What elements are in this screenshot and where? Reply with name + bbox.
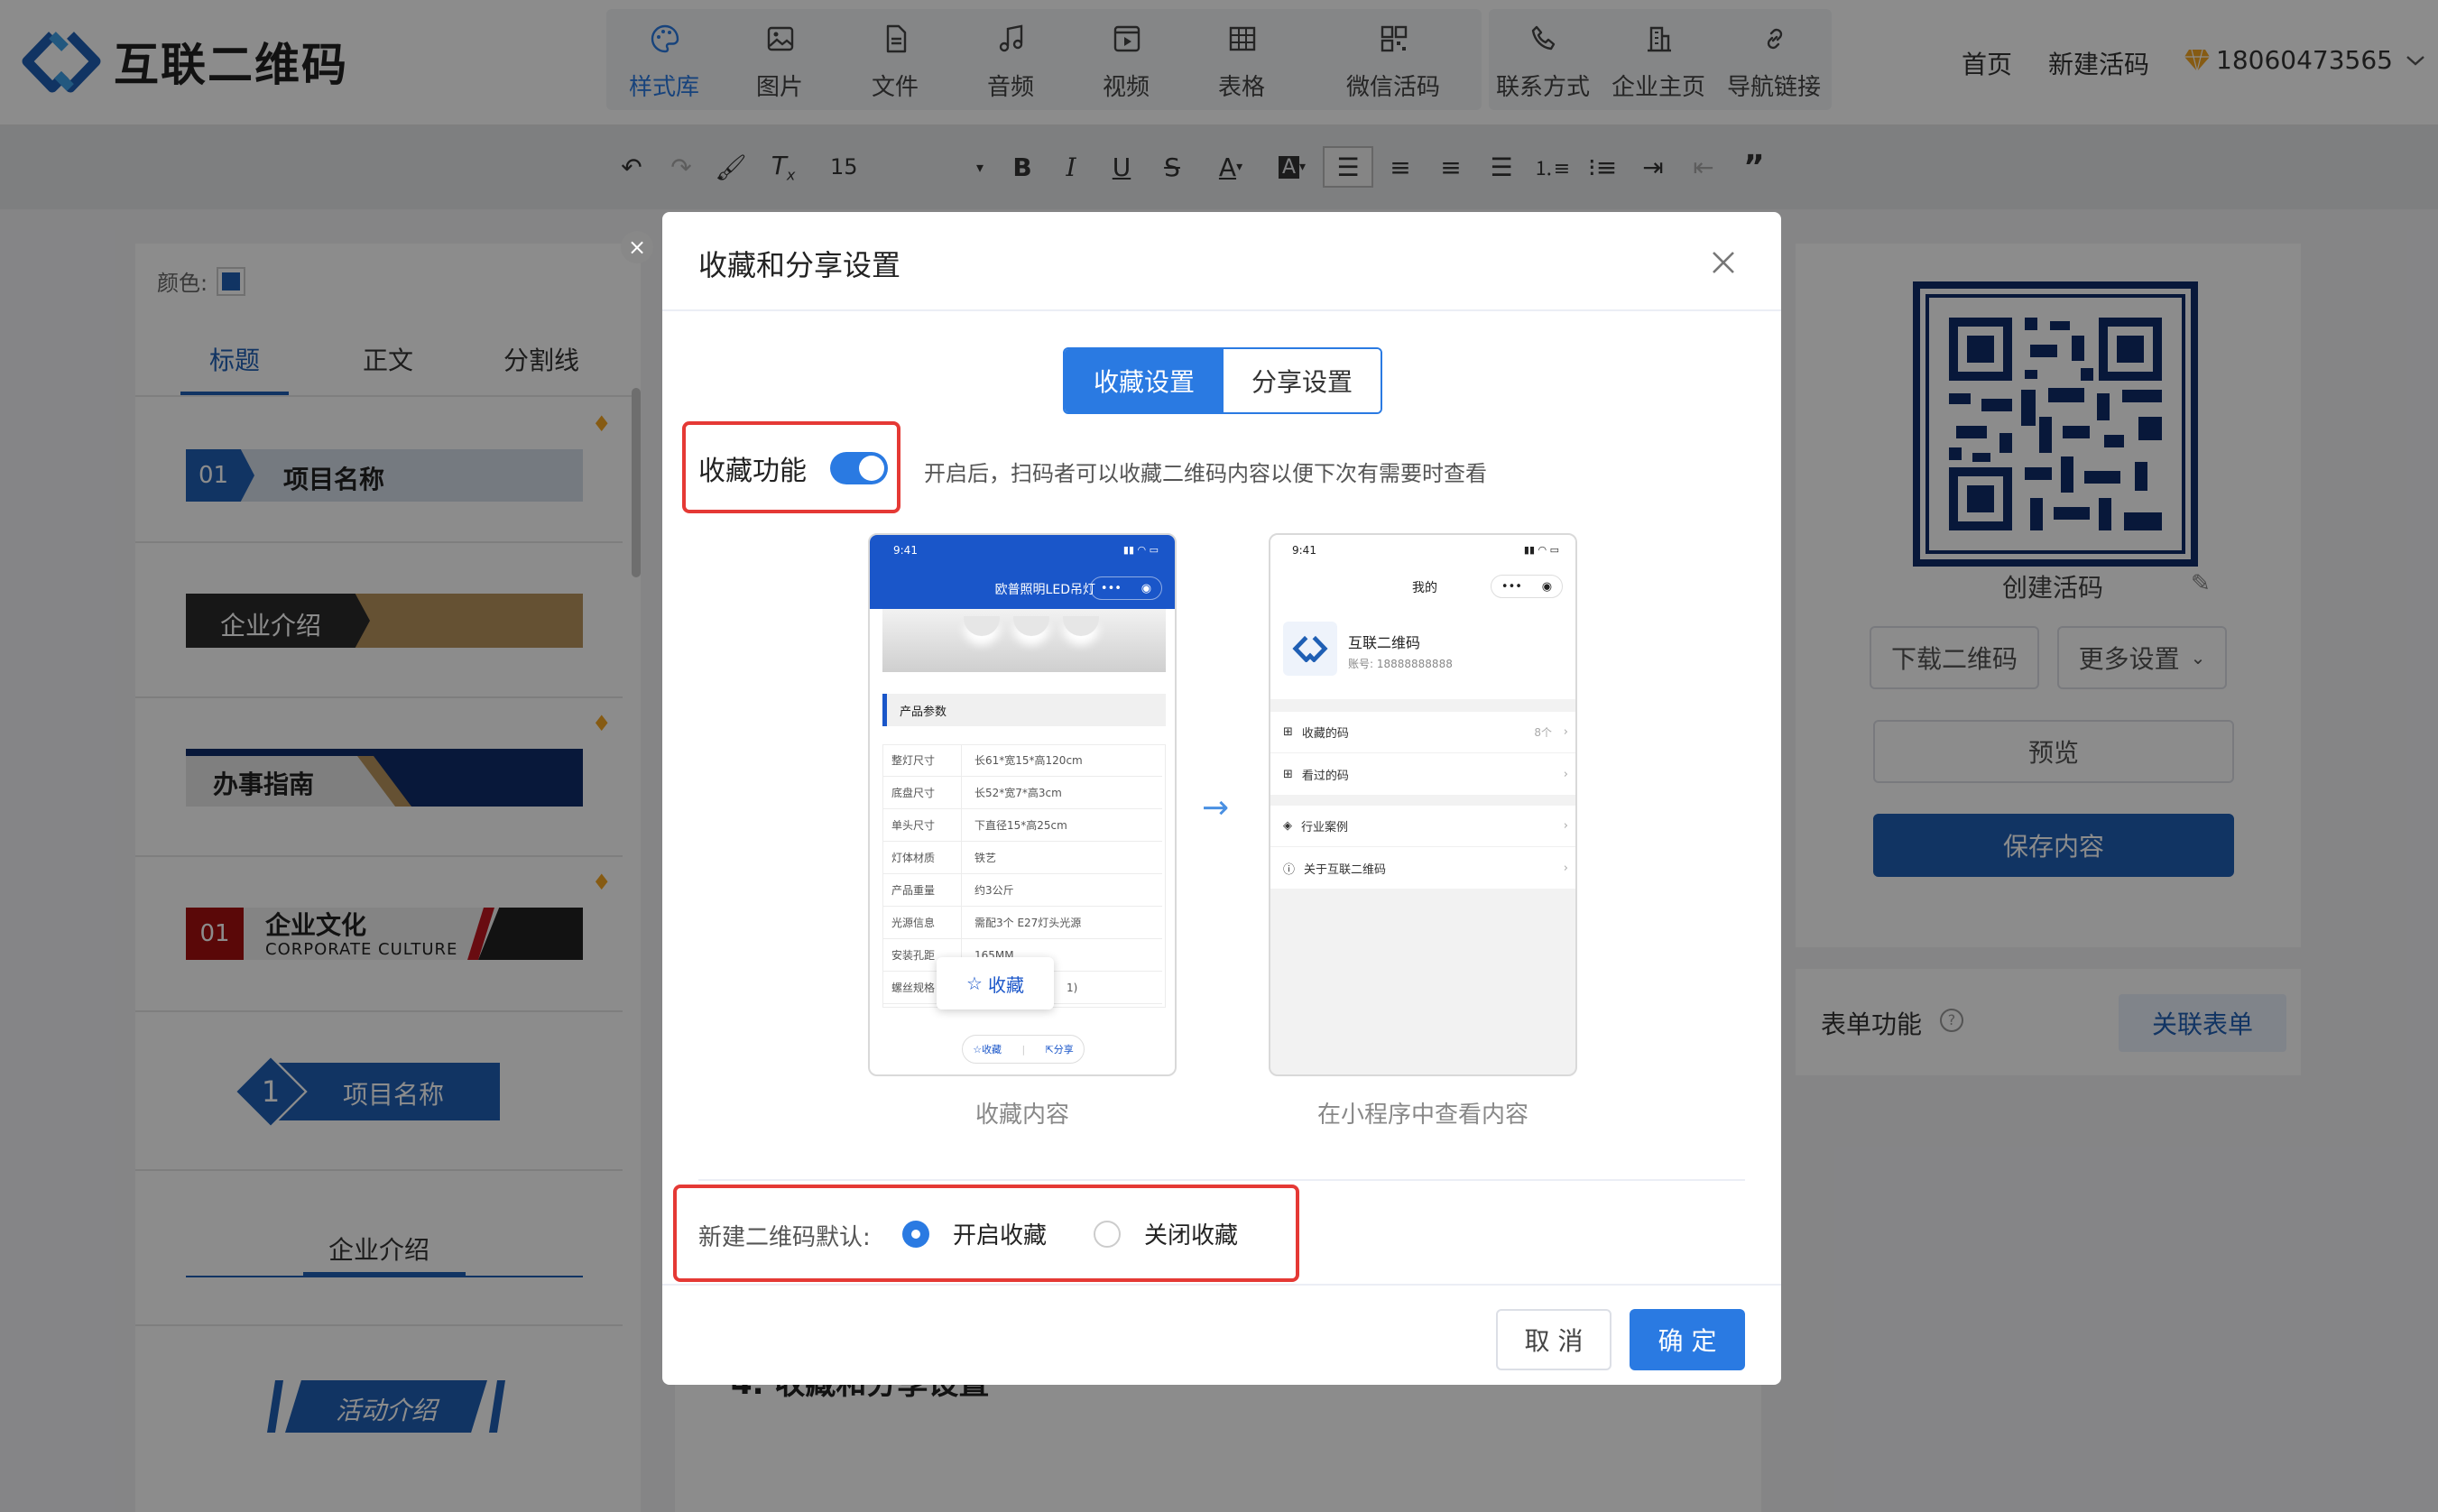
table-row: 灯体材质 铁艺 xyxy=(882,842,1162,874)
phone-preview-miniprogram: 9:41 ▮▮ ◠ ▭ 我的 ••• ◉ 互联二维码 账号: 1888888888… xyxy=(1269,533,1577,1076)
dialog-close-button[interactable] xyxy=(1709,248,1741,281)
lamp-shade xyxy=(964,616,1000,636)
radio-label: 开启收藏 xyxy=(953,1222,1048,1249)
row-value: 长52*宽7*高3cm xyxy=(974,787,1062,799)
share-mini-button[interactable]: ⇱分享 xyxy=(1046,1042,1074,1056)
status-bar-icons: ▮▮ ◠ ▭ xyxy=(1523,544,1559,556)
phone2-caption: 在小程序中查看内容 xyxy=(1316,1102,1528,1129)
status-bar-icons: ▮▮ ◠ ▭ xyxy=(1122,544,1159,556)
row-key: 光源信息 xyxy=(882,907,962,938)
table-row: 产品重量 约3公斤 xyxy=(882,874,1162,907)
menu-item-viewed-codes[interactable]: ⊞ 看过的码 › xyxy=(1270,753,1575,795)
miniapp-capsule: ••• ◉ xyxy=(1491,575,1563,598)
footer-divider xyxy=(662,1284,1781,1286)
collect-mini-label: 收藏 xyxy=(982,1044,1002,1056)
toggle-knob xyxy=(859,456,884,481)
radio-unchecked xyxy=(1094,1220,1121,1248)
confirm-button[interactable]: 确 定 xyxy=(1630,1309,1745,1370)
more-icon: ••• xyxy=(1100,581,1122,595)
app-name: 互联二维码 xyxy=(1348,634,1421,651)
row-key: 整灯尺寸 xyxy=(882,744,962,776)
row-value: 约3公斤 xyxy=(974,884,1014,897)
collect-feature-label: 收藏功能 xyxy=(698,456,807,487)
phone-preview-collect: 9:41 ▮▮ ◠ ▭ 欧普照明LED吊灯 ••• ◉ 产品参数 整灯尺寸 长61*… xyxy=(868,533,1177,1076)
collect-feature-description: 开启后，扫码者可以收藏二维码内容以便下次有需要时查看 xyxy=(924,461,1487,486)
collect-popup[interactable]: ☆ 收藏 xyxy=(937,957,1054,1010)
lamp-shade xyxy=(1013,616,1049,636)
table-row: 单头尺寸 下直径15*高25cm xyxy=(882,809,1162,842)
bar-divider: | xyxy=(1021,1043,1026,1056)
menu-item-label: 收藏的码 xyxy=(1301,727,1349,741)
row-value: 长61*宽15*高120cm xyxy=(974,754,1083,767)
collect-mini-button[interactable]: ☆收藏 xyxy=(973,1042,1002,1056)
target-icon: ◉ xyxy=(1541,579,1553,594)
row-key: 单头尺寸 xyxy=(882,809,962,841)
collect-popup-label: 收藏 xyxy=(987,973,1024,996)
qrcode-icon: ⊞ xyxy=(1283,767,1293,781)
collect-share-bar[interactable]: ☆收藏 | ⇱分享 xyxy=(962,1035,1085,1064)
segment-share-settings[interactable]: 分享设置 xyxy=(1224,349,1381,412)
share-mini-label: 分享 xyxy=(1053,1044,1074,1056)
menu-item-label: 行业案例 xyxy=(1301,821,1349,834)
row-key: 底盘尺寸 xyxy=(882,777,962,808)
row-key: 产品重量 xyxy=(882,874,962,906)
menu-item-industry-cases[interactable]: ◈ 行业案例 › xyxy=(1270,806,1575,847)
menu-item-label: 看过的码 xyxy=(1301,769,1349,783)
dialog-title: 收藏和分享设置 xyxy=(698,248,901,282)
menu-group: ⊞ 收藏的码 8个 › ⊞ 看过的码 › xyxy=(1270,712,1575,795)
product-image xyxy=(882,609,1166,672)
qrcode-icon: ⊞ xyxy=(1283,725,1293,739)
default-setting-label: 新建二维码默认: xyxy=(698,1224,871,1251)
chevron-right-icon: › xyxy=(1563,861,1568,875)
radio-checked xyxy=(902,1220,929,1248)
menu-item-collected-codes[interactable]: ⊞ 收藏的码 8个 › xyxy=(1270,712,1575,753)
segment-collect-settings[interactable]: 收藏设置 xyxy=(1065,349,1224,412)
radio-label: 关闭收藏 xyxy=(1144,1222,1239,1249)
collect-share-dialog: 收藏和分享设置 收藏设置 分享设置 收藏功能 开启后，扫码者可以收藏二维码内容以… xyxy=(662,212,1781,1385)
target-icon: ◉ xyxy=(1141,581,1152,595)
close-icon xyxy=(1713,252,1734,273)
lamp-shade xyxy=(1063,616,1099,636)
radio-enable-collect[interactable]: 开启收藏 xyxy=(902,1217,1047,1250)
star-icon: ☆ xyxy=(966,973,983,994)
menu-item-count: 8个 xyxy=(1534,726,1552,739)
params-section-title: 产品参数 xyxy=(882,694,1166,726)
logo-icon xyxy=(1292,635,1328,662)
radio-disable-collect[interactable]: 关闭收藏 xyxy=(1094,1217,1238,1250)
header-divider xyxy=(662,309,1781,311)
phone-time: 9:41 xyxy=(1292,544,1316,557)
layers-icon: ◈ xyxy=(1283,819,1292,833)
phone-page-title: 欧普照明LED吊灯 xyxy=(994,583,1095,597)
chevron-right-icon: › xyxy=(1563,767,1568,781)
collect-toggle[interactable] xyxy=(830,452,888,484)
section-divider xyxy=(698,1179,1745,1181)
menu-item-label: 关于互联二维码 xyxy=(1304,862,1387,877)
row-value: 下直径15*高25cm xyxy=(974,819,1067,832)
chevron-right-icon: › xyxy=(1563,725,1568,739)
account-number: 账号: 18888888888 xyxy=(1348,658,1453,670)
arrow-right-icon: → xyxy=(1202,789,1230,826)
table-row: 底盘尺寸 长52*宽7*高3cm xyxy=(882,777,1162,809)
table-row: 整灯尺寸 长61*宽15*高120cm xyxy=(882,744,1162,777)
row-key: 灯体材质 xyxy=(882,842,962,873)
row-value: 需配3个 E27灯头光源 xyxy=(974,917,1082,929)
table-row: 光源信息 需配3个 E27灯头光源 xyxy=(882,907,1162,939)
menu-item-about[interactable]: ⓘ 关于互联二维码 › xyxy=(1270,847,1575,889)
close-icon: × xyxy=(627,235,647,260)
info-icon: ⓘ xyxy=(1283,862,1296,877)
menu-group: ◈ 行业案例 › ⓘ 关于互联二维码 › xyxy=(1270,806,1575,889)
phone-time: 9:41 xyxy=(893,544,918,557)
row-value: 铁艺 xyxy=(974,852,997,864)
miniapp-capsule: ••• ◉ xyxy=(1090,576,1162,600)
cancel-button[interactable]: 取 消 xyxy=(1496,1309,1611,1370)
panel-close-button[interactable]: × xyxy=(621,231,653,263)
more-icon: ••• xyxy=(1501,579,1522,594)
app-avatar xyxy=(1283,622,1337,676)
phone1-caption: 收藏内容 xyxy=(974,1102,1069,1129)
chevron-right-icon: › xyxy=(1563,819,1568,833)
settings-segmented-control: 收藏设置 分享设置 xyxy=(1063,347,1382,414)
